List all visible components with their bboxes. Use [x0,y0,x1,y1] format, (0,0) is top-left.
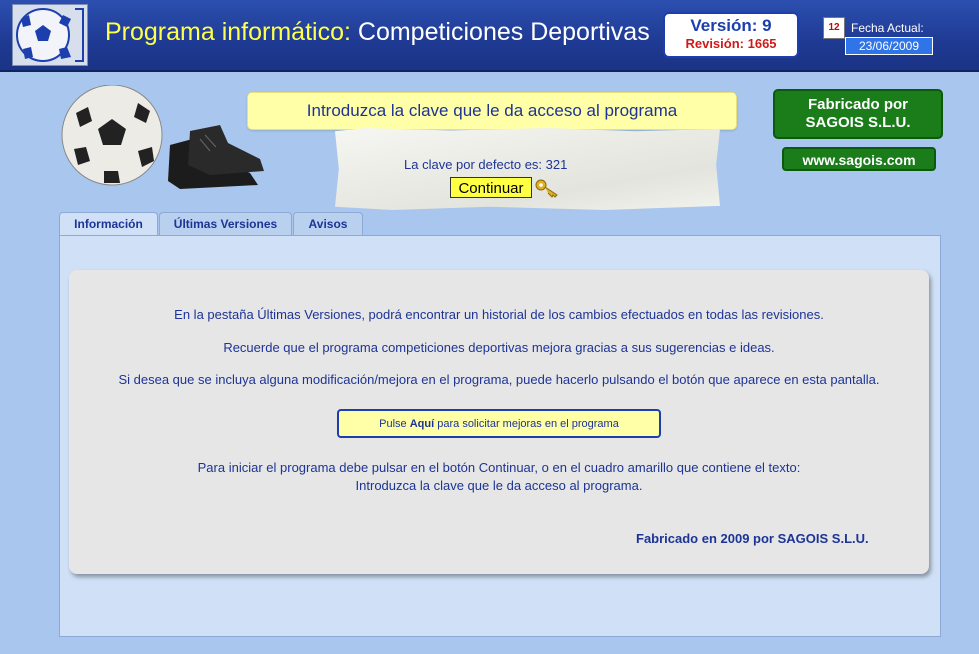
info-line-4: Para iniciar el programa debe pulsar en … [197,460,801,475]
website-link[interactable]: www.sagois.com [782,147,936,171]
version-box: Versión: 9 Revisión: 1665 [663,12,799,58]
continue-button[interactable]: Continuar [450,177,532,198]
made-by-badge: Fabricado por SAGOIS S.L.U. [773,89,943,139]
info-line-5: Introduzca la clave que le da acceso al … [355,478,643,493]
made-by-line1: Fabricado por [807,96,908,113]
tab-avisos[interactable]: Avisos [293,212,363,235]
date-label: Fecha Actual: [851,21,924,35]
request-text-pre: Pulse [379,418,410,430]
revision-label: Revisión: [685,36,744,51]
password-prompt-box[interactable]: Introduzca la clave que le da acceso al … [247,92,737,130]
request-text-bold: Aquí [409,418,435,430]
tab-informacion[interactable]: Información [59,212,158,236]
revision-value: 1665 [747,36,777,51]
date-value: 23/06/2009 [845,37,933,55]
boots-icon [168,125,264,189]
app-title-prefix: Programa informático: [105,18,351,46]
app-title-main: Competiciones Deportivas [357,18,650,46]
version-value: 9 [762,16,772,35]
revision-line: Revisión: 1665 [665,36,797,51]
made-in-footer: Fabricado en 2009 por SAGOIS S.L.U. [636,531,869,546]
soccer-logo-icon [12,4,88,66]
default-key-text: La clave por defecto es: 321 [404,157,568,172]
ball-and-boots-image [60,84,265,203]
info-line-2: Recuerde que el programa competiciones d… [223,340,775,355]
tab-ultimas-versiones[interactable]: Últimas Versiones [159,212,292,235]
request-improvements-button[interactable]: Pulse Aquí para solicitar mejoras en el … [337,409,661,438]
made-by-line2: SAGOIS S.L.U. [805,114,911,131]
request-text-post: para solicitar mejoras en el programa [434,418,619,430]
app-header: Programa informático: Competiciones Depo… [0,0,979,72]
version-label: Versión: [690,16,758,35]
info-line-3: Si desea que se incluya alguna modificac… [118,372,880,387]
soccer-ball-icon [61,84,163,186]
version-line: Versión: 9 [665,16,797,36]
info-line-1: En la pestaña Últimas Versiones, podrá e… [174,307,824,322]
app-title: Programa informático: Competiciones Depo… [105,18,650,47]
calendar-icon: 12 [823,17,845,39]
key-icon [535,178,559,203]
